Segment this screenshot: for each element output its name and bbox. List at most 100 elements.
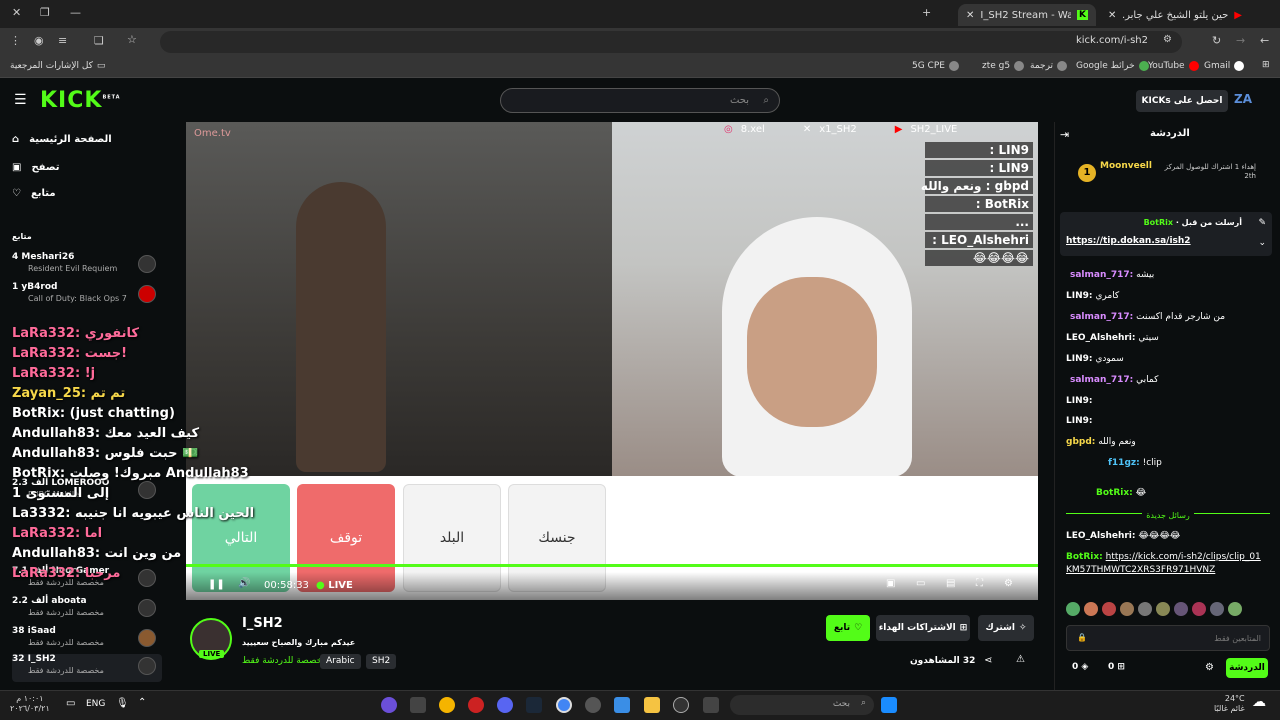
gift-icon: ⊞ [959,623,968,633]
chevron-up-icon[interactable]: ⌃ [138,697,146,708]
video-progress-bar[interactable] [186,564,1038,567]
notification-icon[interactable]: ▭ [66,698,75,709]
avatar [138,657,156,675]
chat-input[interactable]: المتابعين فقط 🔒 [1066,625,1270,651]
bookmark-zte[interactable]: zte g5 [982,61,1025,71]
profile-icon[interactable]: ◉ [34,34,44,47]
clip-icon[interactable]: ▣ [886,578,895,589]
close-window-icon[interactable]: ✕ [12,6,21,19]
pinned-message[interactable]: أرسلت من قبل · BotRix https://tip.dokan.… [1060,212,1272,256]
tab-kick-stream[interactable]: K I_SH2 Stream - Watch Live ✕ [958,4,1096,26]
pip-icon[interactable]: ▤ [946,578,955,589]
subscribe-button[interactable]: ✧ اشترك [978,615,1034,641]
mic-icon[interactable]: 🎙 [116,698,129,709]
chrome-icon[interactable] [556,697,572,713]
emote-icon[interactable] [1102,602,1116,616]
fullscreen-icon[interactable]: ⛶ [976,578,983,589]
app-icon[interactable] [439,697,455,713]
app-icon[interactable] [381,697,397,713]
following-item-active[interactable]: 32 I_SH2 مخصصة للدردشة فقط [12,654,162,682]
bookmark-gmail[interactable]: Gmail [1204,61,1245,71]
extensions-icon[interactable]: ❏ [94,34,104,47]
big-chat-overlay: LaRa332: كانفوري LaRa332: جست! LaRa332: … [12,326,255,581]
nav-home[interactable]: ⌂ الصفحة الرئيسية [12,134,112,145]
emote-icon[interactable] [1192,602,1206,616]
stream-category[interactable]: مخصصة للدردشة فقط [242,656,327,666]
mail-icon[interactable] [410,697,426,713]
top-gifter-name[interactable]: Moonveell [1100,161,1152,171]
follow-button[interactable]: ♡ تابع [826,615,870,641]
chat-message: LIN9: كامري [1066,291,1120,301]
steam-icon[interactable] [526,697,542,713]
close-tab-icon[interactable]: ✕ [1108,10,1116,21]
minimize-window-icon[interactable]: — [70,6,81,19]
gift-subs-button[interactable]: ⊞ الاشتراكات الهداء [876,615,970,641]
get-kicks-button[interactable]: احصل على KICKs [1136,90,1228,112]
forward-icon[interactable]: → [1236,34,1245,47]
chat-send-button[interactable]: الدردشة [1226,658,1268,678]
emote-icon[interactable] [1228,602,1242,616]
bookmark-5gcpe[interactable]: 5G CPE [912,61,959,71]
new-tab-icon[interactable]: + [922,6,931,19]
reload-icon[interactable]: ↻ [1212,34,1221,47]
chevron-down-icon[interactable]: ⌄ [1258,238,1266,248]
collapse-chat-icon[interactable]: ⇥ [1060,128,1069,141]
emote-icon[interactable] [1084,602,1098,616]
task-view-icon[interactable] [703,697,719,713]
nav-following[interactable]: ♡ متابع [12,188,56,199]
emote-icon[interactable] [1120,602,1134,616]
report-icon[interactable]: ⚠ [1016,654,1025,665]
chat-message: LEO_Alshehri: سيتي [1066,333,1159,343]
bookmark-all[interactable]: ▭ كل الإشارات المرجعية [10,61,105,71]
taskbar-search-input[interactable]: بحث ⌕ [730,695,874,715]
discord-icon[interactable] [497,697,513,713]
following-item[interactable]: 38 iSaad مخصصة للدردشة فقط [12,626,162,654]
store-icon[interactable] [614,697,630,713]
apps-grid-icon[interactable]: ⊞ [1262,60,1270,70]
bookmark-translate[interactable]: ترجمة [1030,61,1068,71]
site-info-icon[interactable]: ⚙ [1163,34,1172,45]
app-icon[interactable] [585,697,601,713]
media-player-icon[interactable] [673,697,689,713]
tag-sh2[interactable]: SH2 [366,654,397,669]
streamer-name[interactable]: I_SH2 [242,616,283,631]
following-item[interactable]: 1 yB4rod Call of Duty: Black Ops 7 [12,282,162,310]
chat-settings-icon[interactable]: ⚙ [1205,662,1214,673]
maximize-window-icon[interactable]: ❐ [40,6,50,19]
app-icon[interactable] [468,697,484,713]
theatre-icon[interactable]: ▭ [916,578,925,589]
share-icon[interactable]: ⋖ [984,655,992,666]
emote-icon[interactable] [1210,602,1224,616]
close-tab-icon[interactable]: ✕ [966,10,974,21]
bookmark-maps[interactable]: خرائط Google [1076,61,1149,71]
emote-icon[interactable] [1138,602,1152,616]
bookmark-star-icon[interactable]: ☆ [127,33,137,46]
language-indicator[interactable]: ENG [86,699,105,709]
pinned-link[interactable]: https://tip.dokan.sa/ish2 [1066,236,1191,246]
following-item[interactable]: 4 Meshari26 Resident Evil Requiem [12,252,162,280]
system-clock[interactable]: ١٠:٠١ م ٢٠٢٦/٠٣/٢١ [10,694,50,714]
ometv-watermark: Ome.tv [194,128,231,139]
nav-browse[interactable]: ▣ تصفح [12,162,59,173]
tune-icon[interactable]: ≡ [58,34,67,47]
menu-dots-icon[interactable]: ⋮ [10,34,21,47]
hamburger-menu-icon[interactable]: ☰ [14,92,27,108]
kicks-balance[interactable]: 0 ◈ [1072,662,1088,672]
emote-icon[interactable] [1066,602,1080,616]
kick-logo[interactable]: KICKBETA [40,88,121,113]
url-input[interactable]: kick.com/i-sh2 ⚙ [160,31,1182,53]
tag-arabic[interactable]: Arabic [320,654,361,669]
bookmark-youtube[interactable]: YouTube [1148,61,1199,71]
windows-start-icon[interactable] [881,697,897,713]
back-icon[interactable]: ← [1260,34,1269,47]
weather-widget[interactable]: 24°C غائم غالبًا [1214,694,1245,714]
tab-youtube[interactable]: ▶ حين يلتو الشيخ علي جابر.. يوه ✕ [1100,4,1250,26]
user-avatar-icon[interactable]: ZA [1234,92,1252,106]
emote-icon[interactable] [1174,602,1188,616]
search-input[interactable]: بحث ⌕ [500,88,780,113]
following-item[interactable]: 2.2 ألف aboata مخصصة للدردشة فقط [12,596,162,624]
settings-gear-icon[interactable]: ⚙ [1004,578,1013,589]
folder-icon[interactable] [644,697,660,713]
points-balance[interactable]: 0 ⊞ [1108,662,1125,672]
emote-icon[interactable] [1156,602,1170,616]
